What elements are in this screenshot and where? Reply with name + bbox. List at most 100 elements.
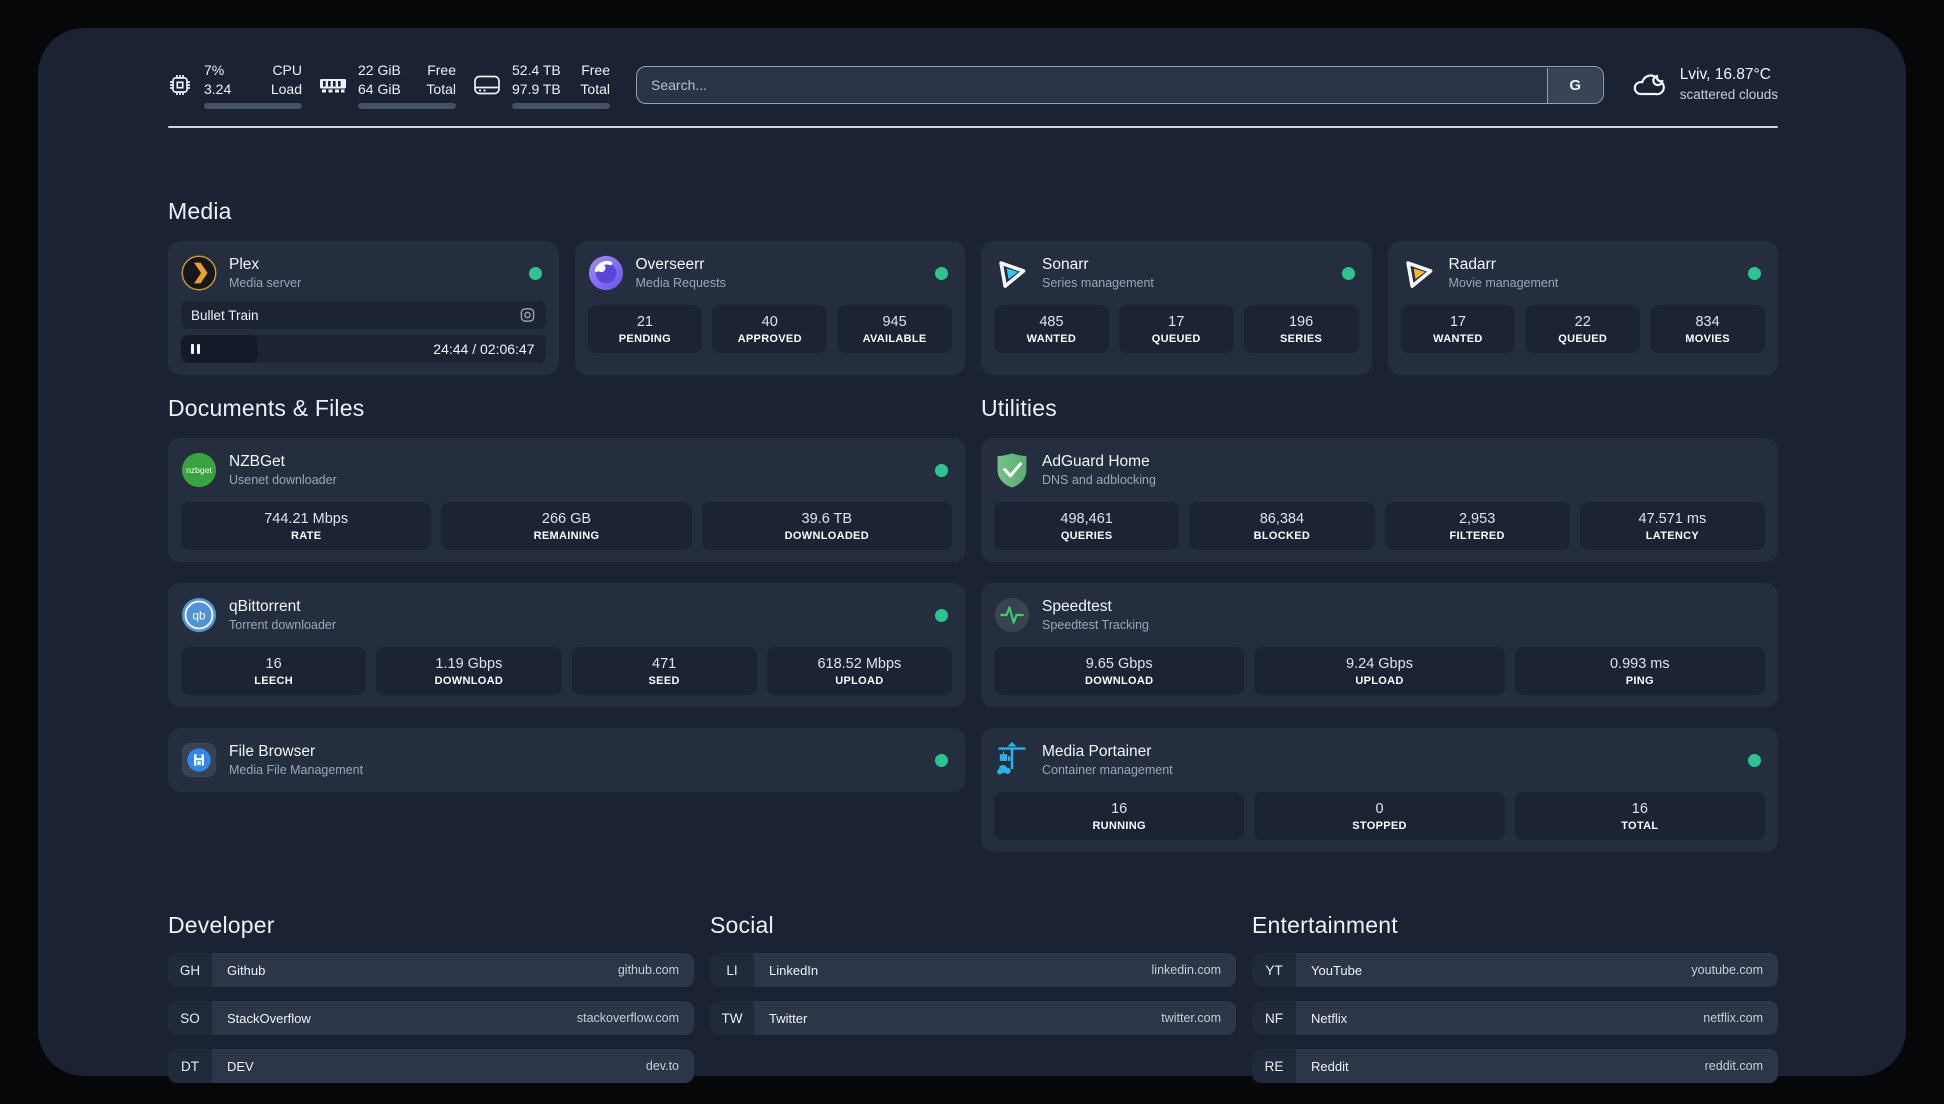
stat-value: 945 (882, 313, 907, 330)
link-youtube[interactable]: YT YouTube youtube.com (1252, 953, 1778, 987)
documents-column: Documents & Files nzbget NZBGet Usenet d… (168, 395, 965, 852)
app-name: NZBGet (229, 453, 285, 470)
app-desc: Speedtest Tracking (1042, 618, 1150, 632)
app-desc: DNS and adblocking (1042, 473, 1156, 487)
app-card-speedtest[interactable]: Speedtest Speedtest Tracking 9.65 Gbps D… (981, 583, 1778, 707)
app-card-plex[interactable]: Plex Media server Bullet Train 24:44 / 0… (168, 241, 559, 375)
app-card-portainer[interactable]: Media Portainer Container management 16 … (981, 728, 1778, 852)
stat-value: 17 (1168, 313, 1185, 330)
app-desc: Usenet downloader (229, 473, 337, 487)
stat-label: SEED (648, 674, 680, 687)
search-input[interactable] (636, 66, 1604, 104)
stat-label: LATENCY (1645, 529, 1699, 542)
memory-total-label: Total (426, 80, 456, 97)
utilities-column: Utilities AdGuard Home DNS and adblockin… (981, 395, 1778, 852)
stat-value: 744.21 Mbps (264, 510, 349, 527)
stat-label: PENDING (618, 332, 672, 345)
stat-box: 16 LEECH (181, 647, 367, 695)
cpu-icon (168, 73, 192, 97)
qbittorrent-icon: qb (181, 597, 217, 633)
stat-value: 266 GB (541, 510, 592, 527)
status-dot (935, 463, 948, 477)
app-name: Overseerr (635, 256, 705, 273)
app-name: Speedtest (1042, 598, 1112, 615)
app-card-qbittorrent[interactable]: qb qBittorrent Torrent downloader 16 LEE… (168, 583, 965, 707)
section-title-documents: Documents & Files (168, 395, 365, 421)
app-name: Media Portainer (1042, 743, 1152, 760)
link-abbr: YT (1252, 953, 1296, 987)
stat-box: 21 PENDING (587, 305, 703, 353)
memory-progressbar (358, 102, 456, 109)
stat-box: 618.52 Mbps UPLOAD (766, 647, 952, 695)
app-desc: Series management (1042, 276, 1154, 290)
status-dot (1748, 753, 1761, 767)
cpu-progressbar (204, 102, 302, 109)
developer-links: Developer GH Github github.com SO StackO… (168, 912, 694, 1083)
stat-box: 39.6 TB DOWNLOADED (701, 502, 952, 550)
stat-box: 945 AVAILABLE (837, 305, 952, 353)
link-name: StackOverflow (227, 1010, 311, 1026)
weather-widget: Lviv, 16.87°C scattered clouds (1630, 65, 1778, 104)
adguard-icon (994, 452, 1030, 488)
playback-progressbar: 24:44 / 02:06:47 (181, 335, 546, 363)
stat-box: 40 APPROVED (712, 305, 828, 353)
disk-total-value: 97.9 TB (512, 80, 561, 97)
playback-elapsed (181, 335, 258, 363)
link-name: Github (227, 962, 266, 978)
svg-text:nzbget: nzbget (186, 465, 212, 475)
stat-label: STOPPED (1352, 819, 1407, 832)
stat-box: 16 RUNNING (994, 792, 1245, 840)
app-card-sonarr[interactable]: Sonarr Series management 485 WANTED 17 Q… (981, 241, 1372, 375)
stat-label: QUEUED (1151, 332, 1201, 345)
stat-value: 22 (1574, 313, 1591, 330)
app-name: File Browser (229, 743, 316, 760)
link-stackoverflow[interactable]: SO StackOverflow stackoverflow.com (168, 1001, 694, 1035)
stat-value: 834 (1695, 313, 1720, 330)
app-desc: Torrent downloader (229, 618, 337, 632)
link-github[interactable]: GH Github github.com (168, 953, 694, 987)
nzbget-icon: nzbget (181, 452, 217, 488)
app-card-filebrowser[interactable]: File Browser Media File Management (168, 728, 965, 792)
stat-value: 16 (1111, 800, 1128, 817)
stat-value: 618.52 Mbps (817, 655, 902, 672)
stat-value: 16 (1631, 800, 1648, 817)
disk-stat: 52.4 TB 97.9 TB Free Total (474, 61, 610, 109)
app-card-overseerr[interactable]: Overseerr Media Requests 21 PENDING 40 A… (574, 241, 965, 375)
cpu-usage-value: 7% (204, 62, 225, 79)
section-title-media: Media (168, 198, 232, 224)
section-title-social: Social (710, 912, 774, 938)
stat-value: 196 (1288, 313, 1314, 330)
app-card-radarr[interactable]: Radarr Movie management 17 WANTED 22 QUE… (1387, 241, 1778, 375)
link-twitter[interactable]: TW Twitter twitter.com (710, 1001, 1236, 1035)
dashboard-screenshot: 7% 3.24 CPU Load 22 GiB 64 GiB Free Tota… (0, 0, 1944, 1104)
stat-label: DOWNLOAD (434, 674, 504, 687)
stat-box: 1.19 Gbps DOWNLOAD (376, 647, 562, 695)
section-title-entertainment: Entertainment (1252, 912, 1398, 938)
link-netflix[interactable]: NF Netflix netflix.com (1252, 1001, 1778, 1035)
stat-value: 17 (1449, 313, 1466, 330)
session-camera-icon[interactable] (519, 307, 536, 324)
memory-total-value: 64 GiB (358, 80, 401, 97)
stat-value: 485 (1039, 313, 1064, 330)
app-card-nzbget[interactable]: nzbget NZBGet Usenet downloader 744.21 M… (168, 438, 965, 562)
status-dot (1748, 266, 1761, 280)
stat-value: 471 (652, 655, 677, 672)
search-engine-button[interactable]: G (1547, 67, 1603, 103)
link-reddit[interactable]: RE Reddit reddit.com (1252, 1049, 1778, 1083)
link-dev-to[interactable]: DT DEV dev.to (168, 1049, 694, 1083)
stat-box: 17 WANTED (1400, 305, 1516, 353)
stat-value: 2,953 (1458, 510, 1496, 527)
stat-box: 0.993 ms PING (1514, 647, 1765, 695)
app-card-adguard[interactable]: AdGuard Home DNS and adblocking 498,461 … (981, 438, 1778, 562)
app-name: Radarr (1448, 256, 1496, 273)
link-linkedin[interactable]: LI LinkedIn linkedin.com (710, 953, 1236, 987)
social-links: Social LI LinkedIn linkedin.com TW Twitt… (710, 912, 1236, 1083)
pause-icon[interactable] (191, 344, 200, 354)
cloud-icon (1630, 69, 1668, 101)
stat-label: RUNNING (1092, 819, 1146, 832)
status-dot (528, 266, 542, 280)
stat-label: LEECH (254, 674, 294, 687)
link-url: reddit.com (1704, 1059, 1763, 1073)
link-url: twitter.com (1161, 1011, 1221, 1025)
stat-box: 0 STOPPED (1254, 792, 1505, 840)
